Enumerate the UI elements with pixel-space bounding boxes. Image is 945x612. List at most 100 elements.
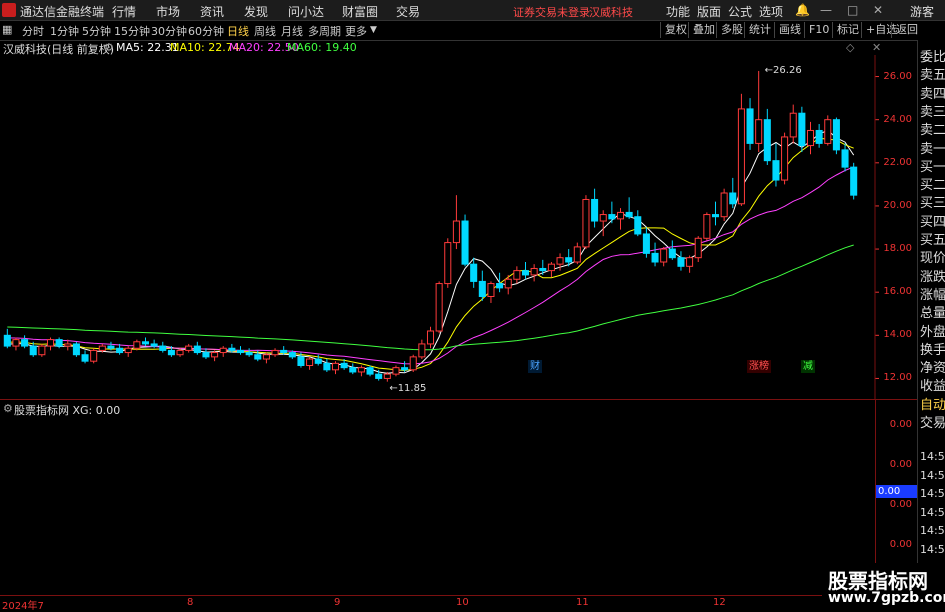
candle-body: [219, 347, 227, 354]
candle-body: [608, 214, 616, 220]
candle-body: [331, 362, 340, 371]
candle-body: [729, 192, 737, 205]
price-tick-label: 18.00: [883, 243, 912, 255]
fuquan-button[interactable]: 复权: [660, 22, 691, 38]
draw-line-button[interactable]: 画线: [774, 22, 805, 38]
maximize-icon[interactable]: □: [847, 3, 858, 17]
signal-cai[interactable]: 财: [528, 360, 542, 373]
side-panel-label: 换手: [920, 342, 945, 358]
indicator-title: 股票指标网 XG: 0.00: [14, 404, 121, 417]
side-panel-label: 卖三: [920, 104, 945, 120]
candle-body: [418, 343, 426, 358]
candle-body: [850, 166, 858, 196]
menu-fortune[interactable]: 财富圈: [342, 3, 378, 20]
side-panel-label: 买五: [920, 233, 945, 248]
candle-body: [832, 119, 840, 151]
candle-body: [547, 263, 555, 272]
side-panel-label[interactable]: 交易: [920, 412, 945, 431]
chevron-down-icon[interactable]: ▼: [370, 25, 377, 35]
overlay-button[interactable]: 叠加: [688, 22, 719, 38]
side-panel-label[interactable]: 自动: [920, 394, 945, 413]
grid-icon[interactable]: ▦: [2, 23, 12, 36]
candle-body: [496, 283, 504, 289]
side-panel-label: 委比: [920, 50, 945, 65]
candle-body: [789, 112, 797, 138]
app-title: 通达信金融终端: [20, 5, 105, 19]
candle-body: [660, 248, 668, 263]
candle-body: [582, 198, 590, 248]
menu-formula[interactable]: 公式: [728, 3, 752, 20]
candle-body: [694, 237, 702, 259]
menu-layout[interactable]: 版面: [697, 3, 721, 20]
multi-stock-button[interactable]: 多股: [716, 22, 747, 38]
tab-weekly[interactable]: 周线: [254, 23, 276, 39]
candle-body: [98, 345, 106, 351]
login-notice[interactable]: 证券交易未登录: [513, 4, 590, 20]
side-panel-label: 涨跌: [920, 269, 945, 285]
menu-news[interactable]: 资讯: [200, 3, 224, 20]
indicator-pane: ⚙ 股票指标网 XG: 0.00 0.000.000.000.000.000.0…: [0, 400, 918, 595]
signal-jian[interactable]: 减: [801, 360, 815, 373]
menu-trade[interactable]: 交易: [396, 3, 420, 20]
f10-button[interactable]: F10: [804, 22, 833, 38]
bell-icon[interactable]: 🔔: [795, 3, 810, 17]
price-tick-label: 22.00: [883, 156, 912, 168]
side-panel-time: 14:56: [920, 524, 945, 537]
candle-body: [435, 283, 443, 332]
price-axis: 26.00 24.00 22.00 20.00 18.00 16.00 14.00 12.00: [878, 55, 916, 400]
tab-daily[interactable]: 日线: [227, 23, 249, 39]
low-annotation: ←11.85: [389, 382, 427, 394]
stats-button[interactable]: 统计: [744, 22, 775, 38]
tab-1min[interactable]: 1分钟: [50, 23, 79, 39]
side-panel-label: 买二: [920, 178, 945, 194]
side-panel-time: 14:56: [920, 542, 945, 556]
settings-icon[interactable]: ⚙: [104, 41, 114, 54]
candle-body: [81, 354, 89, 362]
price-tick-label: 14.00: [883, 329, 912, 341]
side-panel-label: 卖四: [920, 86, 945, 102]
menu-ask[interactable]: 问小达: [288, 3, 324, 20]
menu-discover[interactable]: 发现: [244, 3, 268, 20]
tab-monthly[interactable]: 月线: [281, 23, 303, 39]
candle-body: [841, 149, 849, 168]
date-label-aug: 8: [187, 597, 194, 608]
menu-market2[interactable]: 市场: [156, 3, 180, 20]
candle-body: [383, 373, 391, 379]
tab-60min[interactable]: 60分钟: [188, 23, 224, 39]
candle-body: [133, 341, 141, 349]
candle-body: [599, 214, 607, 222]
tab-more[interactable]: 更多: [345, 23, 367, 39]
side-panel-label: 现价: [920, 251, 945, 267]
tab-multi-period[interactable]: 多周期: [308, 23, 341, 39]
side-panel-label: 净资: [920, 361, 945, 377]
back-button[interactable]: 返回: [891, 22, 922, 38]
tab-5min[interactable]: 5分钟: [82, 23, 111, 39]
side-panel-time: 14:56: [920, 505, 945, 519]
tab-fenshi[interactable]: 分时: [22, 23, 44, 39]
menu-options[interactable]: 选项: [759, 3, 783, 20]
candle-body: [781, 136, 789, 181]
menu-function[interactable]: 功能: [666, 3, 690, 20]
signal-zhangbang[interactable]: 涨榜: [747, 360, 771, 373]
mark-button[interactable]: 标记: [832, 22, 863, 38]
tab-30min[interactable]: 30分钟: [151, 23, 187, 39]
close-icon[interactable]: ✕: [873, 3, 883, 17]
guest-label[interactable]: 游客: [910, 3, 934, 20]
tab-15min[interactable]: 15分钟: [114, 23, 150, 39]
candle-body: [772, 160, 780, 181]
candle-body: [72, 343, 80, 356]
kline-chart[interactable]: [0, 55, 917, 400]
candle-body: [38, 345, 46, 356]
close-panel-icon[interactable]: ✕: [872, 41, 881, 54]
menu-market[interactable]: 行情: [112, 3, 136, 20]
candle-body: [763, 119, 771, 162]
candle-body: [357, 367, 365, 373]
candle-body: [124, 347, 132, 354]
indicator-settings-icon[interactable]: ⚙: [3, 402, 13, 415]
minimize-icon[interactable]: —: [820, 3, 832, 17]
side-panel-label: 卖二: [920, 123, 945, 139]
candle-body: [375, 373, 383, 379]
diamond-icon[interactable]: ◇: [846, 41, 854, 54]
candle-body: [141, 341, 150, 345]
ma60-label: MA60: 19.40: [287, 41, 357, 54]
